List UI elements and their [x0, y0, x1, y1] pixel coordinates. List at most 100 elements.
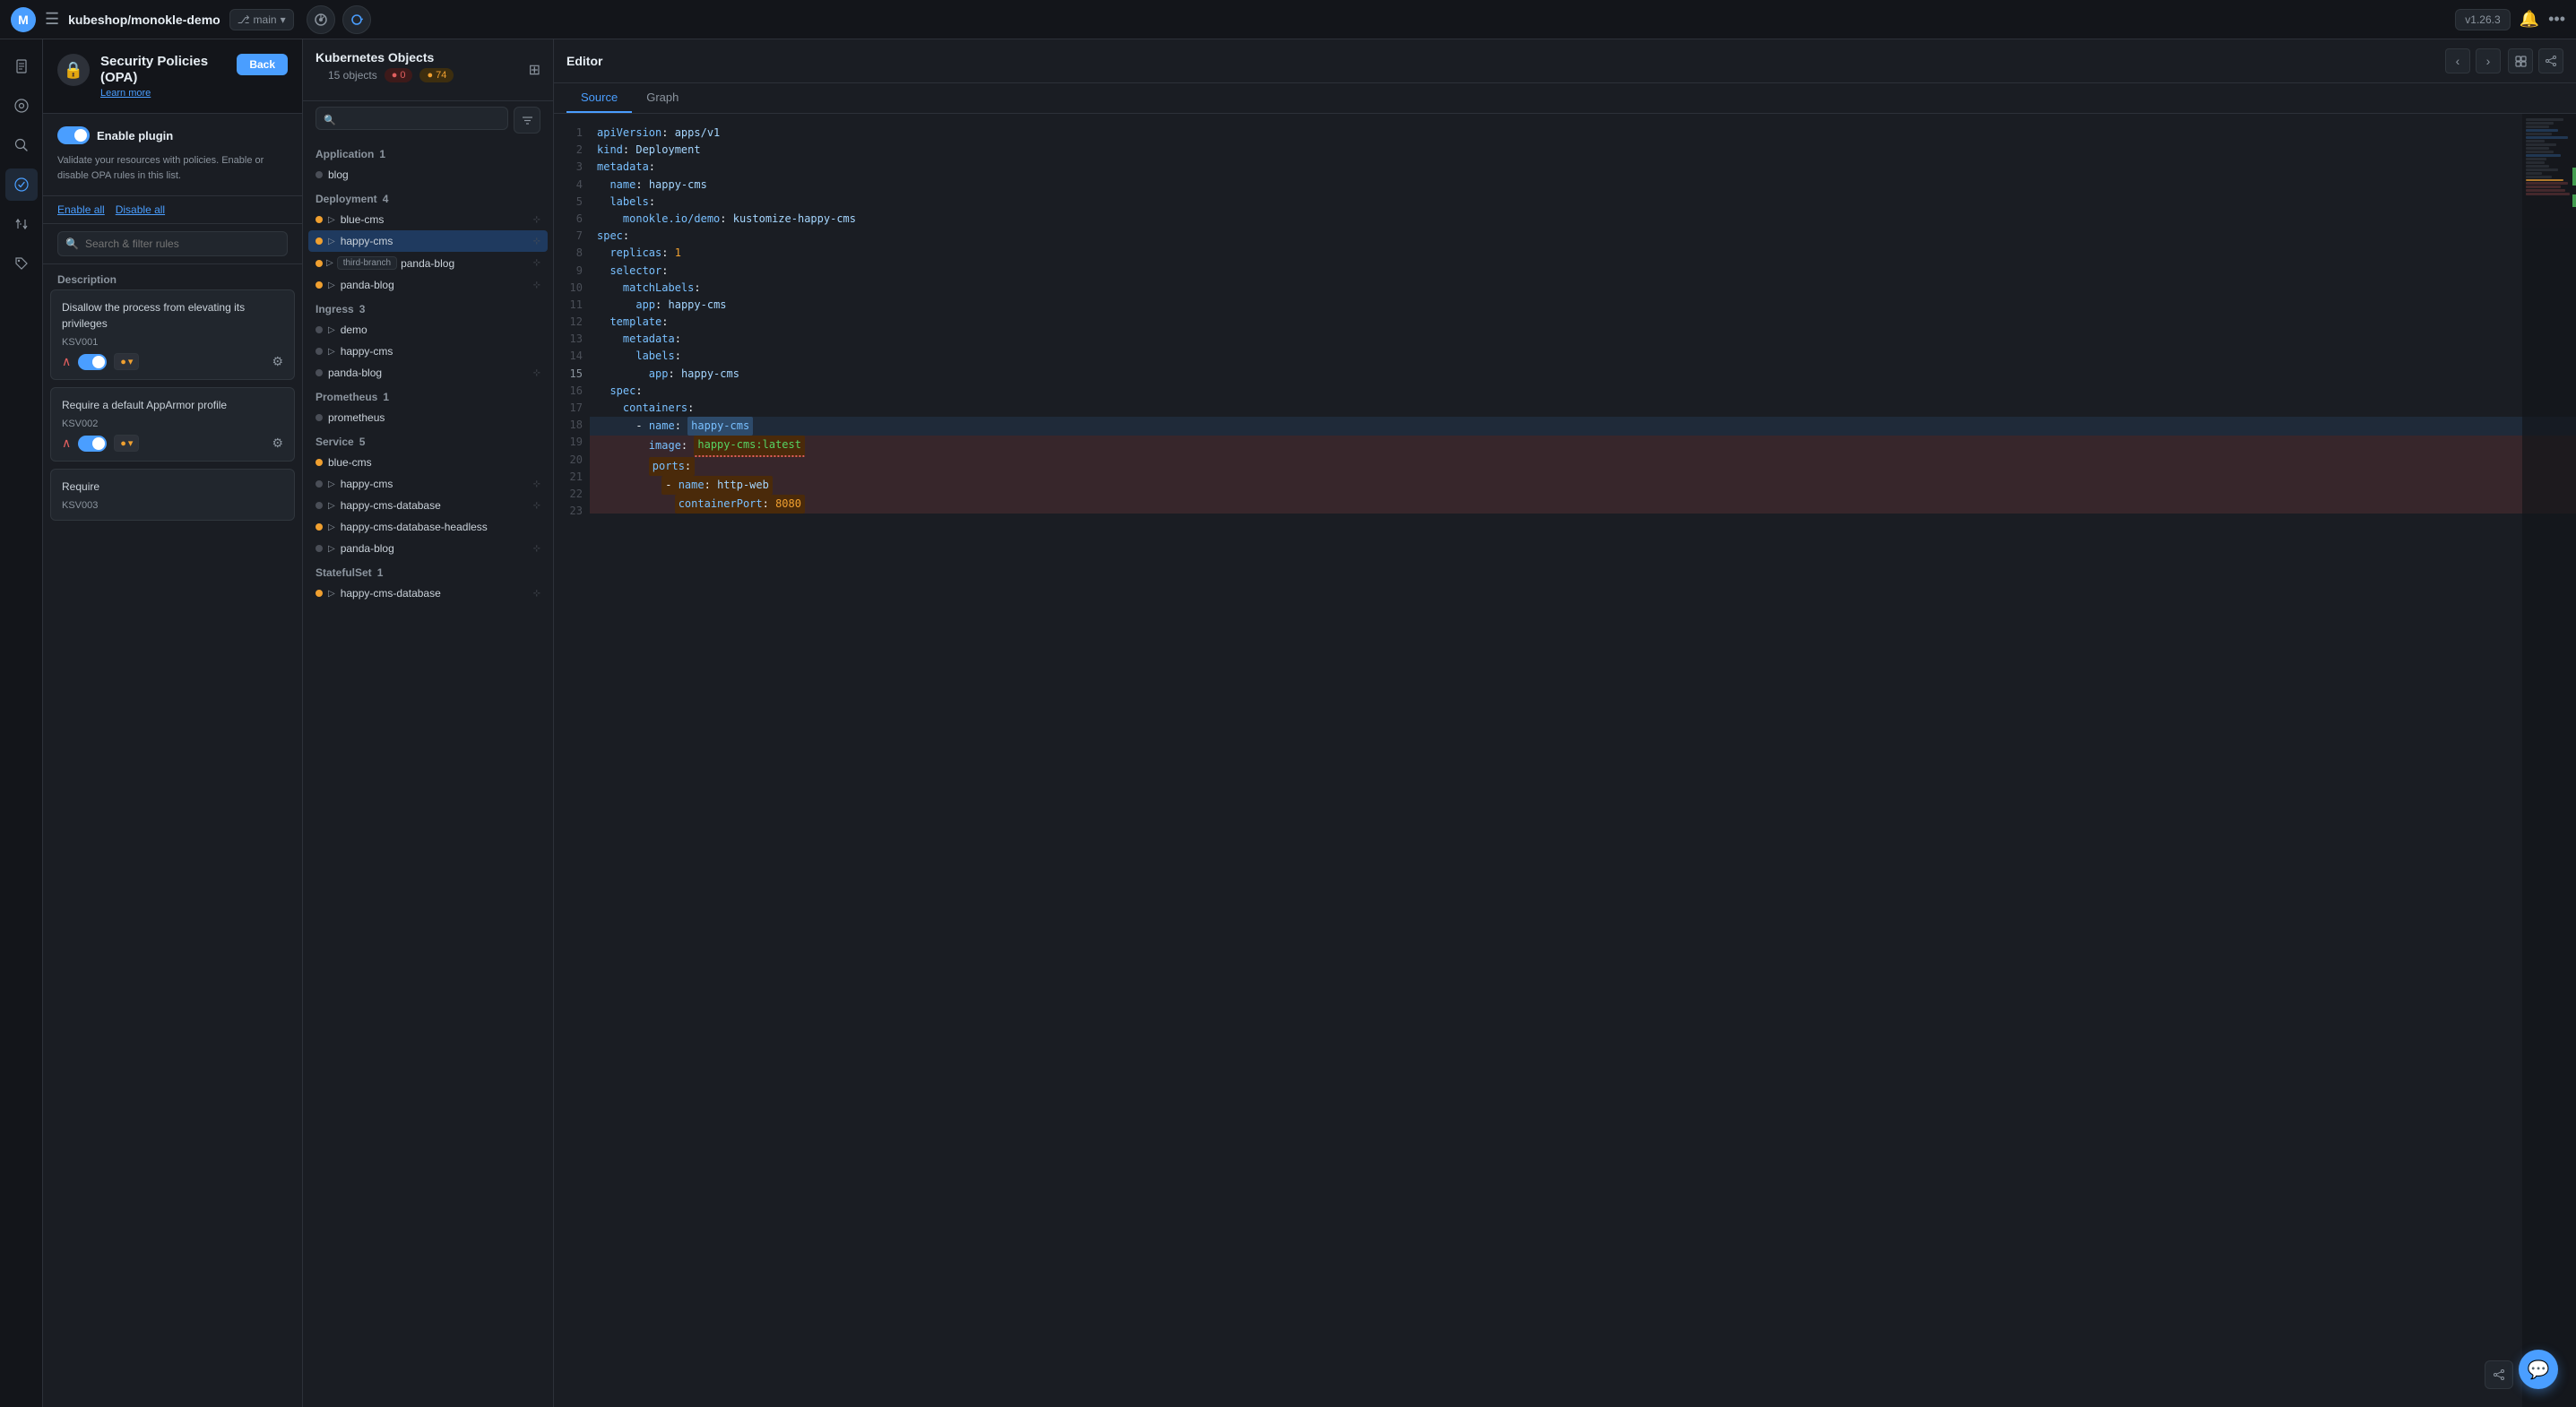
sidebar-item-search[interactable]	[5, 129, 38, 161]
item-name: prometheus	[328, 411, 540, 424]
share-icon[interactable]: ⊹	[533, 479, 540, 489]
list-item[interactable]: ▷ demo	[308, 319, 548, 341]
code-line: metadata:	[590, 331, 2576, 348]
list-item[interactable]: panda-blog ⊹	[308, 362, 548, 384]
search-filter-input[interactable]	[57, 231, 288, 256]
list-item[interactable]: ▷ happy-cms-database ⊹	[308, 583, 548, 604]
list-item[interactable]: ▷ blue-cms ⊹	[308, 209, 548, 230]
notification-icon[interactable]: 🔔	[2520, 10, 2539, 29]
branch-selector[interactable]: ⎇ main ▾	[229, 9, 294, 30]
item-name: panda-blog	[341, 279, 528, 291]
status-dot	[316, 281, 323, 289]
status-dot	[316, 237, 323, 245]
rules-section-header: Description	[50, 264, 295, 289]
share-icon[interactable]: ⊹	[533, 544, 540, 554]
share-icon[interactable]: ⊹	[533, 589, 540, 599]
branch-chevron-icon: ▾	[281, 13, 286, 26]
list-item[interactable]: blue-cms	[308, 452, 548, 473]
rule-toggle[interactable]	[78, 354, 107, 370]
severity-dot: ●	[120, 438, 126, 449]
rule-id: KSV001	[62, 337, 283, 348]
item-name: happy-cms	[341, 235, 528, 247]
enable-all-link[interactable]: Enable all	[57, 203, 105, 216]
rule-gear-icon[interactable]: ⚙	[272, 354, 283, 369]
k8s-search-wrap: 🔍	[316, 107, 508, 134]
list-item[interactable]: ▷ panda-blog ⊹	[308, 538, 548, 559]
menu-icon[interactable]: ☰	[45, 10, 59, 29]
item-name: demo	[341, 324, 540, 336]
item-name: panda-blog	[328, 367, 528, 379]
group-name: StatefulSet	[316, 566, 372, 579]
share-button[interactable]	[307, 5, 335, 34]
rule-id: KSV003	[62, 500, 283, 511]
share-icon[interactable]: ⊹	[533, 215, 540, 225]
tab-graph[interactable]: Graph	[632, 83, 693, 113]
list-item[interactable]: ▷ happy-cms ⊹	[308, 473, 548, 495]
k8s-filter-button[interactable]	[514, 107, 540, 134]
severity-dot: ●	[120, 357, 126, 367]
item-name: happy-cms-database	[341, 499, 528, 512]
warn-count: 74	[436, 70, 446, 81]
share-icon[interactable]: ⊹	[533, 501, 540, 511]
editor-code[interactable]: apiVersion: apps/v1 kind: Deployment met…	[590, 114, 2576, 1407]
disable-all-link[interactable]: Disable all	[116, 203, 165, 216]
rule-toggle[interactable]	[78, 436, 107, 452]
editor-share-icon[interactable]	[2538, 48, 2563, 73]
status-dot	[316, 590, 323, 597]
list-item[interactable]: ▷ happy-cms-database-headless	[308, 516, 548, 538]
line-number: 6	[554, 211, 590, 228]
code-line: labels:	[590, 194, 2576, 211]
search-filter-row: 🔍	[43, 224, 302, 264]
share-icon[interactable]: ⊹	[533, 368, 540, 378]
status-dot	[316, 459, 323, 466]
list-item[interactable]: ▷ panda-blog ⊹	[308, 274, 548, 296]
sidebar-item-tags[interactable]	[5, 247, 38, 280]
list-item[interactable]: ▷ happy-cms-database ⊹	[308, 495, 548, 516]
editor-next-button[interactable]: ›	[2476, 48, 2501, 73]
expand-icon: ▷	[328, 501, 335, 511]
code-share-button[interactable]	[2485, 1360, 2513, 1389]
group-count: 1	[377, 566, 384, 579]
rule-severity[interactable]: ● ▾	[114, 435, 139, 452]
back-button[interactable]: Back	[237, 54, 288, 75]
item-name: blue-cms	[341, 213, 528, 226]
sidebar-item-files[interactable]	[5, 50, 38, 82]
rule-controls: ∧ ● ▾ ⚙	[62, 353, 283, 370]
k8s-search-input[interactable]	[316, 107, 508, 130]
list-item[interactable]: blog	[308, 164, 548, 186]
group-count: 3	[359, 303, 366, 315]
rule-chevron-icon[interactable]: ∧	[62, 354, 71, 369]
enable-plugin-toggle[interactable]	[57, 126, 90, 144]
line-number: 13	[554, 331, 590, 348]
tab-source[interactable]: Source	[566, 83, 632, 113]
rule-severity[interactable]: ● ▾	[114, 353, 139, 370]
k8s-grid-icon[interactable]: ⊞	[529, 61, 540, 79]
chat-button[interactable]: 💬	[2519, 1350, 2558, 1389]
list-item[interactable]: ▷ happy-cms	[308, 341, 548, 362]
group-count: 4	[383, 193, 389, 205]
group-name: Application	[316, 148, 374, 160]
sidebar-item-policies[interactable]	[5, 168, 38, 201]
list-item[interactable]: prometheus	[308, 407, 548, 428]
share-icon[interactable]: ⊹	[533, 258, 540, 268]
rule-gear-icon[interactable]: ⚙	[272, 436, 283, 451]
item-name: panda-blog	[401, 257, 530, 270]
status-dot	[316, 502, 323, 509]
share-icon[interactable]: ⊹	[533, 237, 540, 246]
rule-chevron-icon[interactable]: ∧	[62, 436, 71, 451]
rule-description: Require	[62, 479, 283, 495]
share-icon[interactable]: ⊹	[533, 281, 540, 290]
list-item[interactable]: ▷ third-branch panda-blog ⊹	[308, 252, 548, 274]
k8s-error-badge: ● 0	[385, 68, 413, 82]
line-number: 23	[554, 503, 590, 520]
error-count: 0	[400, 70, 405, 81]
sidebar-item-compare[interactable]	[5, 208, 38, 240]
sidebar-item-activity[interactable]	[5, 90, 38, 122]
editor-prev-button[interactable]: ‹	[2445, 48, 2470, 73]
sync-button[interactable]	[342, 5, 371, 34]
list-item[interactable]: ▷ happy-cms ⊹	[308, 230, 548, 252]
code-line: spec:	[590, 383, 2576, 400]
learn-more-link[interactable]: Learn more	[100, 88, 226, 99]
editor-view-icon[interactable]	[2508, 48, 2533, 73]
more-menu-icon[interactable]: •••	[2548, 10, 2565, 29]
